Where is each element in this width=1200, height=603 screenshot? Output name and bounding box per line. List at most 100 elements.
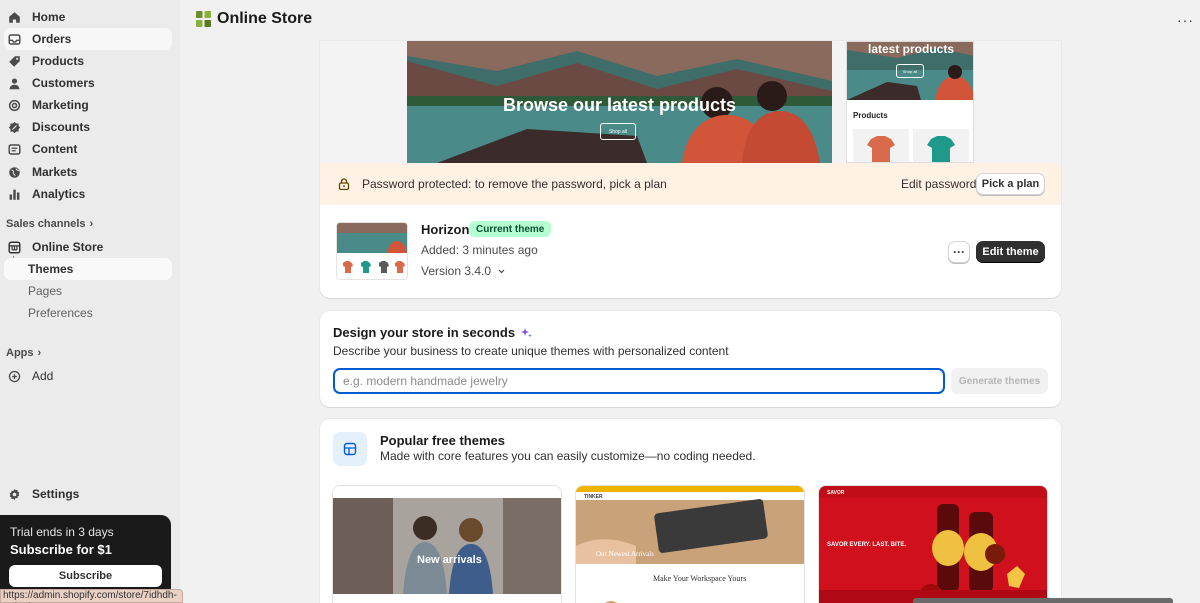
current-theme-card: Browse our latest products Shop all late… [320,41,1061,298]
theme-name: Horizon [421,222,470,237]
sidebar-item-label: Add [32,369,54,383]
sidebar-subitem-label: Preferences [28,306,93,320]
sidebar-item-label: Markets [32,165,78,179]
trial-ends-text: Trial ends in 3 days [10,525,114,539]
sidebar-subitem-label: Pages [28,284,63,298]
theme-version-dropdown[interactable]: Version 3.4.0 [421,264,506,278]
password-message: Password protected: to remove the passwo… [362,177,667,191]
theme-card-brand: TINKER [584,494,603,500]
sidebar-item-orders[interactable]: Orders [4,28,172,50]
design-description: Describe your business to create unique … [333,344,729,358]
sidebar-item-discounts[interactable]: Discounts [4,116,172,138]
status-bar-url: https://admin.shopify.com/store/7idhdh-x… [0,589,183,603]
sidebar-item-label: Analytics [32,187,86,201]
sidebar-item-marketing[interactable]: Marketing [4,94,172,116]
home-icon [8,11,21,24]
sidebar-item-settings[interactable]: Settings [4,483,172,505]
sidebar-item-products[interactable]: Products [4,50,172,72]
mobile-hero-headline: latest products [867,42,954,56]
popular-themes-description: Made with core features you can easily c… [380,449,756,463]
subscribe-offer-text: Subscribe for $1 [10,542,112,557]
theme-card-caption: SAVOR EVERY. LAST. BITE. [827,542,907,548]
sidebar-item-online-store[interactable]: Online Store [4,236,172,258]
target-icon [8,99,21,112]
online-store-icon [196,11,211,27]
apps-label: Apps [6,347,34,359]
sidebar-item-content[interactable]: Content [4,138,172,160]
sidebar-item-customers[interactable]: Customers [4,72,172,94]
theme-store-icon [333,432,367,466]
sidebar-item-label: Settings [32,487,80,501]
sidebar-subitem-preferences[interactable]: Preferences [4,302,172,324]
chevron-down-icon [498,269,505,273]
theme-card-caption: New arrivals [417,554,482,566]
edit-theme-button[interactable]: Edit theme [976,241,1045,263]
current-theme-badge: Current theme [469,221,552,237]
theme-thumbnail-image [337,223,407,279]
apps-heading[interactable]: Apps › [6,347,41,359]
sales-channels-heading[interactable]: Sales channels › [6,218,93,230]
popular-themes-title: Popular free themes [380,433,505,448]
inbox-icon [8,33,21,46]
ai-design-card: Design your store in seconds Describe yo… [320,311,1061,407]
theme-card-brand: SAVOR [827,490,845,496]
mobile-preview[interactable]: latest products Shop all Products [846,41,974,163]
sidebar-item-label: Products [32,54,85,68]
sidebar-item-label: Discounts [32,120,91,134]
sidebar-subitem-label: Themes [28,262,74,276]
plus-circle-icon [8,370,21,383]
edit-password-link[interactable]: Edit password [901,177,976,191]
mobile-products-title: Products [853,111,888,120]
sidebar-item-label: Online Store [32,240,104,254]
sparkle-icon [521,328,533,338]
sidebar-item-home[interactable]: Home [4,6,172,28]
sidebar-subitem-pages[interactable]: Pages [4,280,172,302]
tag-icon [8,55,21,68]
mobile-hero: latest products Shop all [847,42,973,100]
tshirt-icon [867,136,895,162]
theme-card-savor-preview[interactable]: SAVOR SAVOR EVERY. LAST. BITE. [818,485,1048,603]
theme-version-label: Version 3.4.0 [421,264,492,278]
design-title-row: Design your store in seconds [333,325,533,340]
current-theme-row: Horizon Current theme Added: 3 minutes a… [320,205,1061,298]
theme-card-horizon-preview[interactable]: New arrivals [332,485,562,603]
sidebar-item-label: Customers [32,76,95,90]
discount-icon [8,121,21,134]
desktop-preview[interactable]: Browse our latest products Shop all [407,41,832,163]
sidebar-item-label: Content [32,142,78,156]
mobile-shop-all-button: Shop all [896,64,924,78]
page-header: Online Store [196,10,312,28]
theme-thumbnail[interactable] [336,222,408,280]
theme-preview-image [576,486,804,603]
password-banner: Password protected: to remove the passwo… [320,163,1061,205]
product-tile [853,129,909,162]
sidebar-item-add-app[interactable]: Add [4,365,172,387]
design-title: Design your store in seconds [333,325,516,340]
sidebar-item-label: Home [32,10,66,24]
horizontal-scrollbar[interactable] [913,598,1173,603]
generate-themes-button[interactable]: Generate themes [951,368,1048,394]
pick-plan-button[interactable]: Pick a plan [976,173,1045,195]
theme-added-date: Added: 3 minutes ago [421,243,538,257]
business-description-input[interactable] [333,368,945,394]
chevron-right-icon: › [89,218,94,230]
globe-icon [8,166,21,179]
theme-more-actions-button[interactable]: ··· [948,241,970,263]
gear-icon [8,488,21,501]
sales-channels-label: Sales channels [6,218,86,230]
person-icon [8,77,21,90]
more-actions-icon[interactable]: ··· [1177,12,1194,28]
sidebar-item-label: Orders [32,32,72,46]
sidebar: Home Orders Products Customers Marketing… [0,0,183,603]
store-icon [8,240,21,254]
sidebar-item-markets[interactable]: Markets [4,161,172,183]
page-title: Online Store [217,10,313,27]
subscribe-button[interactable]: Subscribe [9,565,162,587]
theme-preview-area: Browse our latest products Shop all late… [320,41,1061,163]
desktop-shop-all-button: Shop all [600,123,636,140]
sidebar-item-label: Marketing [32,98,89,112]
sidebar-item-analytics[interactable]: Analytics [4,183,172,205]
sidebar-subitem-themes[interactable]: Themes [4,258,172,280]
bar-chart-icon [8,188,21,201]
theme-card-tinker-preview[interactable]: TINKER Our Newest Arrivals Make Your Wor… [575,485,805,603]
